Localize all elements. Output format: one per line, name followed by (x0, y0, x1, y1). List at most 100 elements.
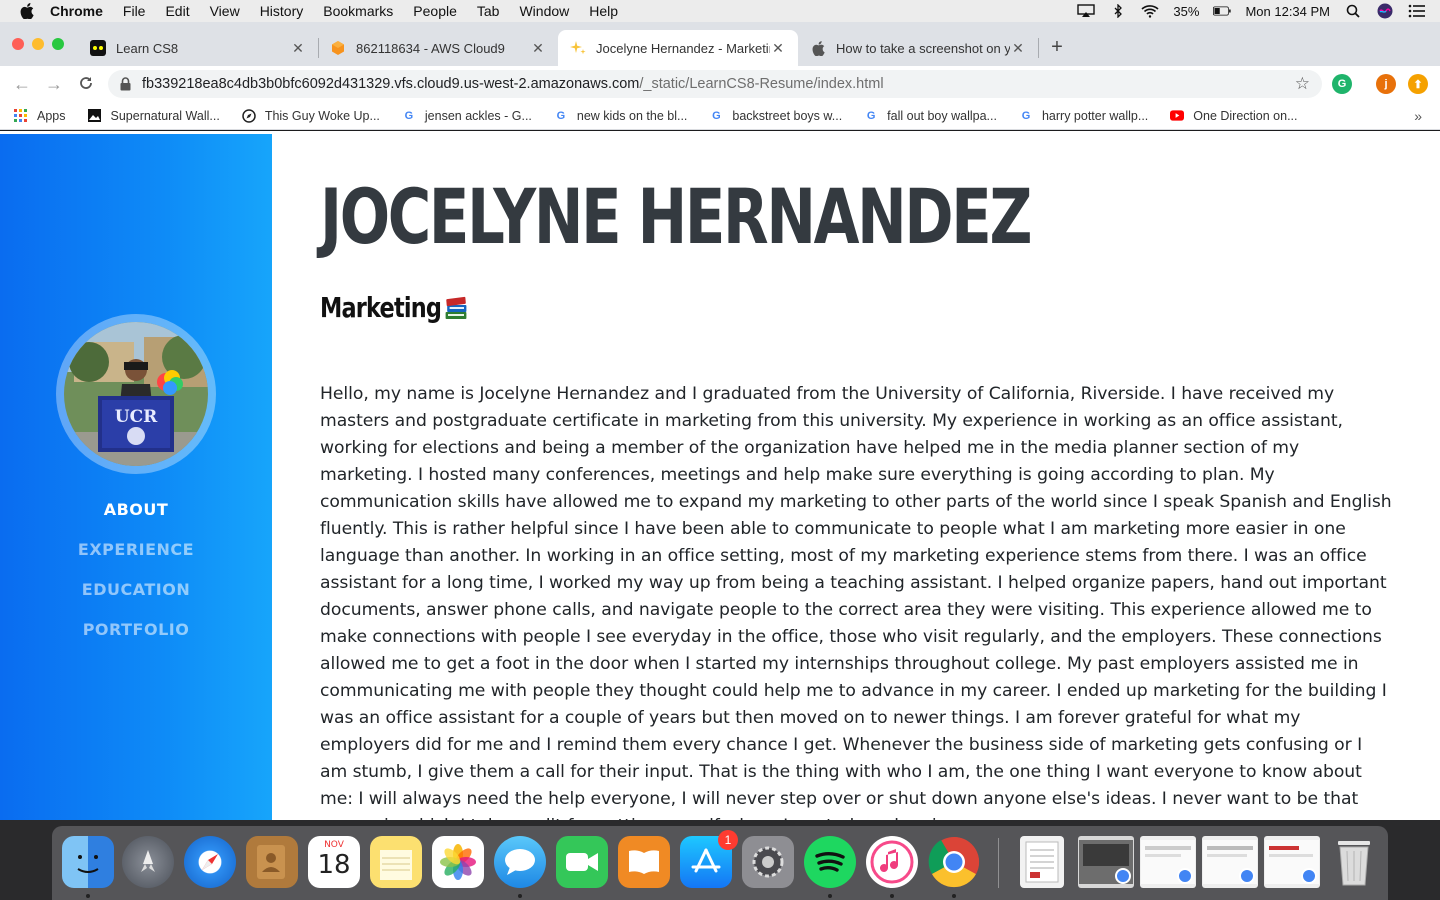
running-indicator (828, 894, 832, 898)
app-store-icon[interactable]: 1 (680, 830, 738, 888)
profile-photo: UCR (64, 322, 208, 466)
bookmark-new-kids[interactable]: G new kids on the bl... (554, 109, 688, 123)
bookmark-label: fall out boy wallpa... (887, 108, 997, 123)
bookmark-jensen-ackles[interactable]: G jensen ackles - G... (402, 109, 532, 123)
books-icon[interactable] (618, 836, 670, 888)
new-tab-button[interactable]: + (1046, 36, 1068, 58)
books-emoji-icon (444, 294, 468, 322)
bookmark-fall-out-boy[interactable]: G fall out boy wallpa... (864, 109, 997, 123)
safari-icon[interactable] (184, 836, 236, 888)
facetime-icon[interactable] (556, 836, 608, 888)
bluetooth-icon[interactable] (1109, 4, 1127, 18)
forward-arrow-icon[interactable]: → (38, 74, 70, 95)
launchpad-icon[interactable] (122, 836, 174, 888)
wifi-icon[interactable] (1141, 4, 1159, 18)
address-bar[interactable]: fb339218ea8c4db3b0bfc6092d431329.vfs.clo… (108, 70, 1322, 98)
finder-icon[interactable] (62, 836, 114, 888)
calendar-day: 18 (317, 850, 351, 880)
page-viewport: UCR ABOUT EXPERIENCE EDUCATION PORTFOLIO… (0, 131, 1440, 820)
avatar-sign-text: UCR (115, 407, 158, 427)
bookmark-one-direction[interactable]: One Direction on... (1170, 109, 1297, 123)
menu-file[interactable]: File (123, 3, 146, 19)
menu-edit[interactable]: Edit (165, 3, 189, 19)
photos-icon[interactable] (432, 836, 484, 888)
menu-view[interactable]: View (210, 3, 240, 19)
avatar-ring: UCR (56, 314, 216, 474)
apple-menu-icon[interactable] (18, 2, 36, 20)
nav-experience[interactable]: EXPERIENCE (0, 540, 272, 559)
bookmark-harry-potter[interactable]: G harry potter wallp... (1019, 108, 1149, 123)
bookmark-label: One Direction on... (1193, 108, 1298, 123)
pdf-document-icon[interactable] (1020, 836, 1064, 888)
bookmark-apps[interactable]: Apps (14, 108, 66, 123)
bookmark-star-icon[interactable]: ☆ (1295, 74, 1310, 94)
bookmarks-bar: Apps Supernatural Wall... This Guy Woke … (0, 102, 1440, 130)
tab-title: 862118634 - AWS Cloud9 (356, 40, 505, 56)
profile-avatar[interactable]: j (1376, 74, 1396, 94)
notification-center-icon[interactable] (1408, 4, 1426, 18)
bookmark-backstreet-boys[interactable]: G backstreet boys w... (709, 109, 842, 123)
screenshot-thumbnail-1-icon[interactable] (1078, 836, 1134, 888)
messages-icon[interactable] (494, 836, 546, 888)
running-indicator (952, 894, 956, 898)
trash-icon[interactable] (1328, 836, 1380, 888)
notes-icon[interactable] (370, 836, 422, 888)
siri-icon[interactable] (1376, 3, 1394, 19)
bookmark-guy-woke-up[interactable]: This Guy Woke Up... (242, 109, 380, 123)
bookmark-label: Supernatural Wall... (110, 108, 220, 123)
bookmark-label: harry potter wallp... (1041, 108, 1149, 123)
sparkles-favicon-icon (570, 40, 586, 56)
menu-tab[interactable]: Tab (477, 3, 500, 19)
tab-resume-active[interactable]: Jocelyne Hernandez - Marketin ✕ (558, 30, 798, 66)
close-tab-icon[interactable]: ✕ (770, 40, 786, 57)
chrome-tab-strip: Learn CS8 ✕ 862118634 - AWS Cloud9 ✕ Joc… (0, 22, 1440, 66)
bookmark-label: This Guy Woke Up... (264, 108, 380, 123)
contacts-icon[interactable] (246, 836, 298, 888)
google-favicon-icon: G (1021, 109, 1031, 122)
screenshot-thumbnail-2-icon[interactable] (1140, 836, 1196, 888)
google-favicon-icon: G (712, 109, 721, 122)
menu-help[interactable]: Help (589, 3, 618, 19)
close-tab-icon[interactable]: ✕ (290, 40, 306, 57)
bookmark-label: backstreet boys w... (732, 108, 843, 123)
bookmark-supernatural[interactable]: Supernatural Wall... (88, 109, 220, 123)
airplay-icon[interactable] (1077, 4, 1096, 18)
tab-learn-cs8[interactable]: Learn CS8 ✕ (78, 30, 318, 66)
back-arrow-icon[interactable]: ← (6, 74, 38, 95)
calendar-icon[interactable]: NOV 18 (308, 836, 360, 888)
running-indicator (518, 894, 522, 898)
nav-portfolio[interactable]: PORTFOLIO (0, 620, 272, 639)
battery-icon[interactable] (1213, 4, 1232, 18)
tab-title: How to take a screenshot on yo (836, 40, 1010, 56)
running-indicator (890, 894, 894, 898)
nav-education[interactable]: EDUCATION (0, 580, 272, 599)
menu-app-name[interactable]: Chrome (50, 3, 103, 19)
tab-screenshot-help[interactable]: How to take a screenshot on yo ✕ (798, 30, 1038, 66)
bookmarks-overflow-icon[interactable]: » (1414, 108, 1422, 124)
menu-people[interactable]: People (413, 3, 457, 19)
grammarly-extension-icon[interactable]: G (1332, 74, 1352, 94)
spotlight-search-icon[interactable] (1344, 4, 1362, 18)
menu-bookmarks[interactable]: Bookmarks (323, 3, 393, 19)
close-window-button[interactable] (12, 38, 24, 50)
zoom-window-button[interactable] (52, 38, 64, 50)
screenshot-thumbnail-3-icon[interactable] (1202, 836, 1258, 888)
close-tab-icon[interactable]: ✕ (1010, 40, 1026, 57)
close-tab-icon[interactable]: ✕ (530, 40, 546, 57)
update-extension-icon[interactable]: ⬆ (1408, 74, 1428, 94)
menu-history[interactable]: History (260, 3, 304, 19)
system-preferences-icon[interactable] (742, 836, 794, 888)
nav-about[interactable]: ABOUT (0, 500, 272, 519)
menubar-clock[interactable]: Mon 12:34 PM (1245, 4, 1330, 19)
minimize-window-button[interactable] (32, 38, 44, 50)
macos-menu-bar: Chrome File Edit View History Bookmarks … (0, 0, 1440, 22)
itunes-icon[interactable] (866, 836, 918, 888)
screenshot-thumbnail-4-icon[interactable] (1264, 836, 1320, 888)
spotify-icon[interactable] (804, 836, 856, 888)
tab-aws-cloud9[interactable]: 862118634 - AWS Cloud9 ✕ (318, 30, 558, 66)
chrome-icon[interactable] (928, 836, 980, 888)
youtube-favicon-icon (1170, 109, 1185, 123)
lock-icon[interactable] (120, 77, 132, 91)
reload-icon[interactable] (70, 74, 102, 95)
menu-window[interactable]: Window (519, 3, 569, 19)
